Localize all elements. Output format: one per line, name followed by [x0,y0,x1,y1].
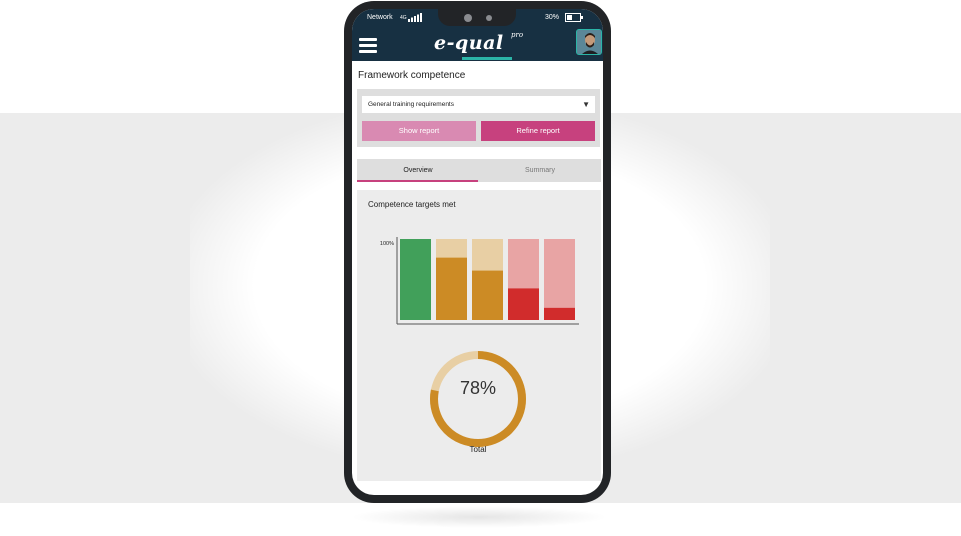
tab-summary[interactable]: Summary [479,159,601,182]
network-label: Network [367,14,393,21]
active-tab-indicator [357,180,478,182]
total-donut-chart [430,351,526,447]
select-value: General training requirements [368,101,454,108]
app-logo: e-qual [434,32,504,54]
donut-value: 78% [459,378,497,398]
sensor-icon [486,15,492,21]
phone-notch [438,9,516,26]
network-type: 4G [400,15,407,21]
tab-bar: Overview Summary [357,159,601,182]
triangle-down-icon: ▼ [582,100,590,109]
show-report-button[interactable]: Show report [362,121,476,141]
phone-shadow [350,506,608,528]
refine-report-button[interactable]: Refine report [481,121,595,141]
filter-panel: General training requirements ▼ Show rep… [357,89,600,147]
requirements-select[interactable]: General training requirements ▼ [362,96,595,113]
avatar-icon [577,30,601,54]
phone-screen: Network 4G 30% e-qual pro Framework comp… [352,9,603,495]
page-title: Framework competence [358,70,466,81]
logo-underline [462,57,512,60]
battery-icon [565,13,583,22]
app-logo-superscript: pro [511,31,524,39]
competence-card: Competence targets met 100% 78% Total [357,190,601,481]
user-avatar[interactable] [576,29,602,55]
battery-label: 30% [545,14,560,21]
donut-label: Total [469,445,487,454]
app-header: e-qual pro [352,29,603,61]
hamburger-menu-icon[interactable] [357,34,379,56]
phone-frame: Network 4G 30% e-qual pro Framework comp… [344,1,611,503]
camera-icon [464,14,472,22]
signal-icon [408,13,422,22]
tab-overview[interactable]: Overview [357,159,479,182]
